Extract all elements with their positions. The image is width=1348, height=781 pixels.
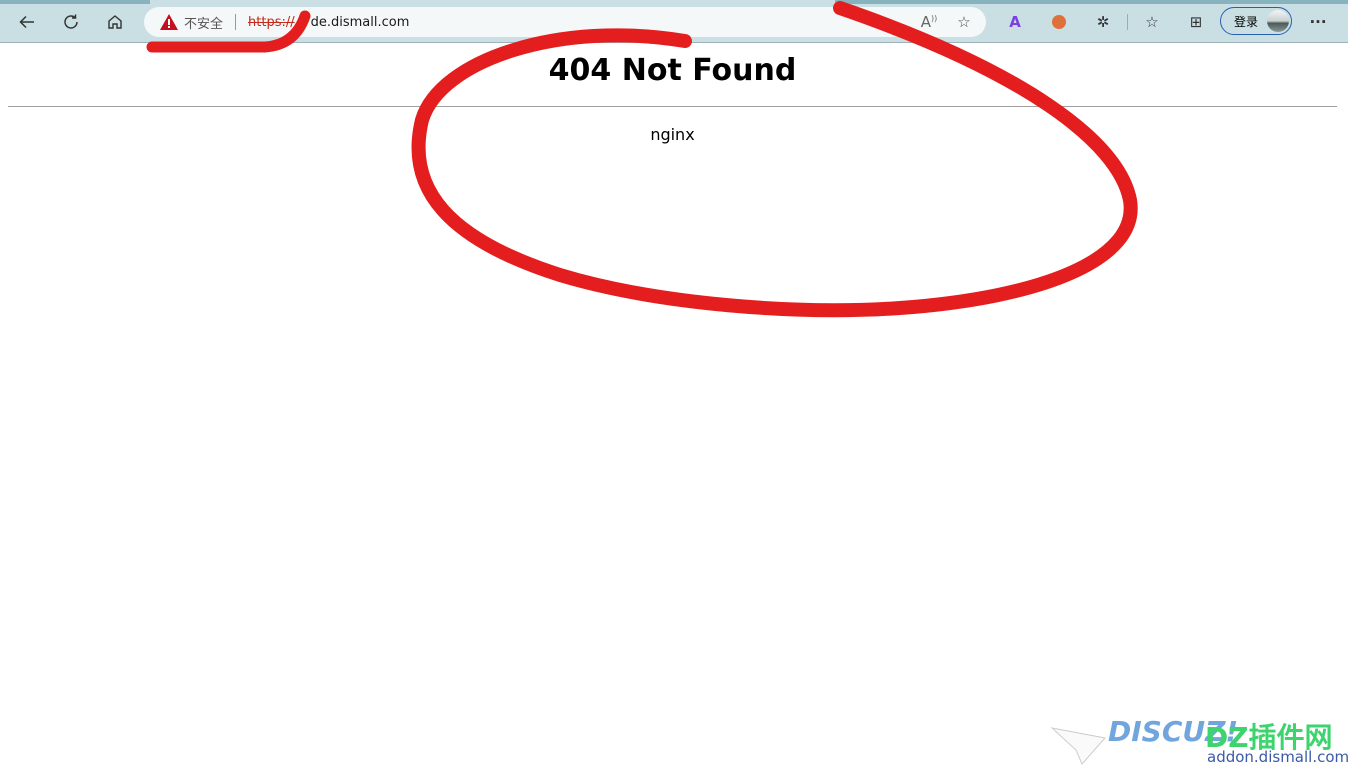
paper-plane-icon: [1050, 727, 1106, 765]
security-status[interactable]: 不安全: [184, 13, 223, 32]
divider: [235, 14, 237, 30]
refresh-button[interactable]: [58, 9, 84, 35]
active-tab-edge: [150, 0, 835, 4]
login-button[interactable]: 登录: [1220, 7, 1292, 35]
collections-icon: ⊞: [1189, 13, 1203, 31]
divider: [8, 106, 1337, 107]
address-bar[interactable]: 不安全 https:// de.dismall.com: [144, 7, 986, 37]
read-aloud-button[interactable]: A)): [917, 10, 941, 34]
extensions-button[interactable]: ✲: [1091, 10, 1115, 34]
back-button[interactable]: [14, 9, 40, 35]
extension-button[interactable]: [1047, 10, 1071, 34]
favorites-button[interactable]: ☆: [1140, 10, 1164, 34]
watermark-logo: DISCUZ! DZ插件网 addon.dismall.com: [1050, 712, 1348, 772]
translate-extension-button[interactable]: A: [1003, 10, 1027, 34]
url-host: de.dismall.com: [310, 14, 410, 30]
url-scheme: https://: [248, 14, 295, 30]
home-icon: [108, 15, 122, 29]
ellipsis-icon: ···: [1309, 13, 1327, 31]
avatar: [1267, 10, 1289, 32]
red-annotation-marks: [146, 1, 1138, 318]
extension-icon: [1052, 15, 1066, 29]
toolbar-divider: [1127, 14, 1128, 30]
watermark-site: addon.dismall.com: [1207, 748, 1348, 766]
arrow-left-icon: [19, 15, 34, 29]
star-plus-icon: ☆: [957, 13, 971, 31]
puzzle-icon: ✲: [1096, 13, 1110, 31]
home-button[interactable]: [102, 9, 128, 35]
translate-icon: A: [1009, 13, 1021, 31]
read-aloud-icon: A)): [920, 13, 938, 31]
browser-toolbar: 不安全 https:// de.dismall.com A)) ☆ A ✲ ☆ …: [0, 0, 1348, 43]
more-button[interactable]: ···: [1306, 10, 1330, 34]
warning-icon: [160, 14, 178, 30]
login-label: 登录: [1234, 14, 1259, 29]
add-favorite-button[interactable]: ☆: [952, 10, 976, 34]
collections-button[interactable]: ⊞: [1184, 10, 1208, 34]
star-list-icon: ☆: [1145, 13, 1159, 31]
refresh-icon: [64, 14, 78, 29]
page-title: 404 Not Found: [548, 53, 797, 88]
server-name: nginx: [650, 125, 695, 144]
